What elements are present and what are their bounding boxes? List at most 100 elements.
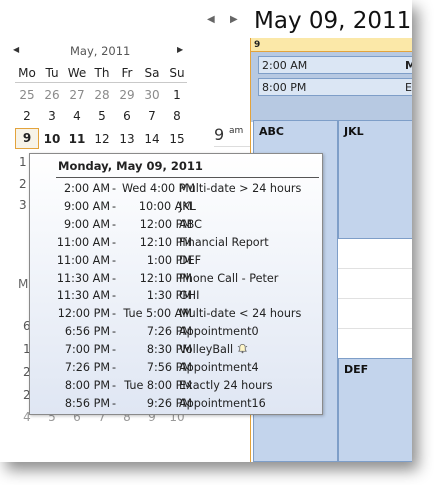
current-date-header: May 09, 2011: [254, 8, 412, 34]
tooltip-row-subject: Appointment4: [179, 361, 259, 374]
mini-calendar-day[interactable]: 2: [15, 107, 39, 125]
all-day-appointment-title: Mu: [405, 57, 412, 73]
tooltip-row-subject: Appointment16: [179, 397, 266, 410]
tooltip-row-start: 9:00 AM: [64, 217, 110, 231]
mini-calendar-day[interactable]: 2: [19, 177, 27, 191]
tooltip-row-start: 11:00 AM: [56, 235, 110, 249]
tooltip-row-subject: Appointment0: [179, 325, 259, 338]
tooltip-row-start: 11:00 AM: [56, 253, 110, 267]
gutter-divider: [214, 146, 250, 147]
mini-calendar-day[interactable]: 7: [140, 107, 164, 125]
tooltip-row-subject-text: JKL: [179, 199, 196, 213]
tooltip-row-start: 7:26 PM: [64, 361, 110, 374]
tooltip-row-separator: -: [112, 343, 117, 357]
mini-calendar-day[interactable]: 10: [40, 130, 64, 148]
tooltip-row-separator: -: [112, 307, 117, 321]
day-column-header[interactable]: 9: [251, 38, 412, 52]
mini-calendar-day[interactable]: 3: [19, 198, 27, 212]
tooltip-row-subject-text: Appointment0: [179, 325, 259, 339]
mini-calendar-day[interactable]: 12: [90, 130, 114, 148]
am-label: am: [229, 126, 244, 136]
mini-calendar-day[interactable]: 28: [90, 86, 114, 104]
mini-calendar-day[interactable]: 4: [65, 107, 89, 125]
mini-calendar-day-selected[interactable]: 9: [15, 128, 39, 149]
mini-calendar-day[interactable]: 14: [140, 130, 164, 148]
mini-calendar-day[interactable]: 8: [165, 107, 189, 125]
day-of-week-label: Th: [94, 66, 110, 80]
all-day-appointment-time: 8:00 PM: [262, 81, 307, 94]
tooltip-row-subject: Exactly 24 hours: [179, 379, 273, 392]
tooltip-row-subject: Multi-date > 24 hours: [179, 182, 301, 195]
scheduler-window: ◀ ▶ May 09, 2011 ◀ ▶ May, 2011 Mo Tu We …: [0, 0, 412, 462]
mini-calendar-day[interactable]: 1: [19, 155, 27, 169]
mini-calendar-prev-month-icon[interactable]: ◀: [13, 45, 19, 54]
tooltip-row-subject: Financial Report: [179, 236, 269, 249]
day-of-week-label: Su: [169, 66, 185, 80]
mini-calendar-next-month-icon[interactable]: ▶: [177, 45, 183, 54]
tooltip-row-subject-text: Phone Call - Peter: [179, 271, 279, 285]
reminder-bell-icon: [237, 344, 248, 354]
tooltip-row: 11:00 AM -12:10 PM Financial Report: [30, 236, 324, 252]
tooltip-row: 8:00 PM - Tue 8:00 PM Exactly 24 hours: [30, 379, 324, 395]
tooltip-row-subject-text: ABC: [179, 217, 202, 231]
tooltip-row-start: 9:00 AM: [64, 199, 110, 213]
tooltip-divider: [56, 177, 319, 178]
tooltip-row-separator: -: [112, 235, 117, 249]
tooltip-row-subject-text: VolleyBall: [179, 343, 234, 357]
tooltip-row-separator: -: [112, 182, 117, 195]
mini-calendar-day[interactable]: 29: [115, 86, 139, 104]
mini-calendar-day[interactable]: 5: [90, 107, 114, 125]
appointments-tooltip: Monday, May 09, 2011 2:00 AM - Wed 4:00 PM…: [29, 153, 323, 415]
mini-calendar-day[interactable]: 1: [165, 86, 189, 104]
tooltip-row-start: 2:00 AM: [64, 182, 110, 195]
tooltip-row-separator: -: [112, 361, 117, 374]
tooltip-row-start: 8:00 PM: [64, 378, 110, 392]
tooltip-row-start: 8:56 PM: [64, 396, 110, 410]
appointment-def[interactable]: DEF: [338, 358, 412, 462]
mini-calendar-divider: [15, 82, 187, 83]
next-month-title-fragment: M: [18, 277, 29, 291]
tooltip-row-subject-text: Appointment16: [179, 396, 266, 410]
all-day-appointment-title: E: [405, 81, 412, 94]
tooltip-row-separator: -: [112, 253, 117, 267]
tooltip-row-subject: VolleyBall: [179, 343, 248, 356]
tooltip-row-separator: -: [112, 271, 117, 285]
mini-calendar-day[interactable]: 3: [40, 107, 64, 125]
mini-calendar-title: May, 2011: [70, 44, 131, 58]
tooltip-row-subject-text: Exactly 24 hours: [179, 378, 273, 392]
all-day-appointment[interactable]: 8:00 PM E: [258, 78, 412, 96]
tooltip-row-separator: -: [112, 378, 117, 392]
tooltip-row-subject: JKL: [179, 200, 196, 213]
tooltip-row-subject-text: Appointment4: [179, 361, 259, 374]
mini-calendar-day[interactable]: 11: [65, 130, 89, 148]
tooltip-row-separator: -: [112, 325, 117, 339]
all-day-area[interactable]: 2:00 AM Mu 8:00 PM E: [251, 52, 412, 122]
tooltip-row-subject: Phone Call - Peter: [179, 272, 278, 285]
tooltip-row: 8:56 PM -9:26 PM Appointment16: [30, 397, 324, 413]
tooltip-row-separator: -: [112, 396, 117, 410]
tooltip-row: 7:00 PM -8:30 PM VolleyBall: [30, 343, 324, 359]
mini-calendar-day[interactable]: 26: [40, 86, 64, 104]
tooltip-row: 6:56 PM -7:26 PM Appointment0: [30, 325, 324, 341]
all-day-appointment[interactable]: 2:00 AM Mu: [258, 56, 412, 74]
mini-calendar-day[interactable]: 30: [140, 86, 164, 104]
tooltip-row-subject: GHI: [179, 289, 199, 302]
tooltip-row-start: 12:00 PM: [57, 307, 110, 321]
mini-calendar-day[interactable]: 15: [165, 130, 189, 148]
previous-day-icon[interactable]: ◀: [207, 14, 215, 25]
day-of-week-label: Tu: [45, 66, 59, 80]
day-of-week-label: Sa: [144, 66, 160, 80]
mini-calendar-day[interactable]: 25: [15, 86, 39, 104]
mini-calendar-day[interactable]: 27: [65, 86, 89, 104]
day-of-week-label: We: [67, 66, 87, 80]
tooltip-row-start: 11:30 AM: [56, 289, 110, 303]
next-day-icon[interactable]: ▶: [230, 14, 238, 25]
tooltip-row: 11:30 AM -1:30 PM GHI: [30, 289, 324, 305]
tooltip-row: 11:30 AM -12:10 PM Phone Call - Peter: [30, 272, 324, 288]
mini-calendar-day[interactable]: 6: [115, 107, 139, 125]
tooltip-row-separator: -: [112, 199, 117, 213]
appointment-jkl[interactable]: JKL: [338, 120, 412, 239]
mini-calendar-day[interactable]: 13: [115, 130, 139, 148]
tooltip-row: 11:00 AM -1:00 PM DEF: [30, 254, 324, 270]
tooltip-row-subject-text: GHI: [179, 289, 200, 303]
